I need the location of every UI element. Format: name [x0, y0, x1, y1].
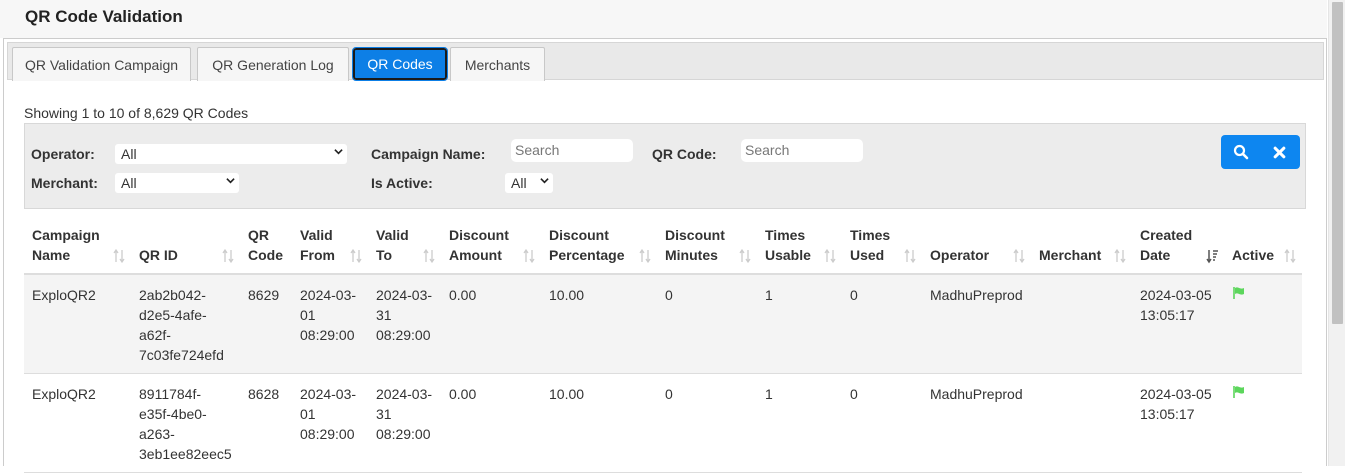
- filter-panel: Operator: All Merchant: All Campaign Nam…: [24, 123, 1306, 209]
- record-count-summary: Showing 1 to 10 of 8,629 QR Codes: [24, 105, 249, 121]
- col-discount-amount[interactable]: Discount Amount: [441, 219, 541, 275]
- close-icon: [1273, 146, 1286, 158]
- cell-created-date: 2024-03-05 13:05:17: [1132, 373, 1224, 473]
- cell-qr-id: 8911784f-e35f-4be0- a263- 3eb1ee82eec5: [131, 373, 240, 473]
- merchant-select-value: All: [121, 175, 137, 191]
- col-qr-id[interactable]: QR ID: [131, 219, 240, 275]
- cell-discount-amount: 0.00: [441, 274, 541, 374]
- sort-icon: [824, 248, 836, 264]
- cell-valid-from: 2024-03- 01 08:29:00: [292, 373, 368, 473]
- sort-icon: [523, 248, 535, 264]
- cell-valid-from: 2024-03- 01 08:29:00: [292, 274, 368, 374]
- sort-icon: [113, 248, 125, 264]
- col-discount-percentage[interactable]: Discount Percentage: [541, 219, 657, 275]
- col-qr-code[interactable]: QR Code: [240, 219, 292, 275]
- chevron-down-icon: [226, 178, 235, 184]
- cell-times-usable: 1: [757, 274, 842, 374]
- sort-icon: [423, 248, 435, 264]
- page-title: QR Code Validation: [25, 7, 183, 26]
- filter-button-group: [1221, 135, 1300, 169]
- cell-active: [1224, 373, 1302, 473]
- operator-select[interactable]: All: [115, 144, 347, 164]
- page-header: QR Code Validation: [0, 0, 1327, 38]
- tab-merchants[interactable]: Merchants: [450, 47, 545, 81]
- qr-code-search-input[interactable]: Search: [741, 139, 863, 162]
- cell-times-usable: 1: [757, 373, 842, 473]
- main-panel: QR Validation Campaign QR Generation Log…: [3, 38, 1327, 473]
- table-header-row: Campaign Name QR ID QR Code Valid From V…: [24, 219, 1302, 275]
- sort-icon: [739, 248, 751, 264]
- cell-active: [1224, 274, 1302, 374]
- cell-merchant: [1031, 274, 1132, 374]
- cell-times-used: 0: [842, 373, 922, 473]
- flag-icon: [1233, 386, 1244, 398]
- cell-valid-to: 2024-03- 31 08:29:00: [368, 373, 441, 473]
- sort-icon: [904, 248, 916, 264]
- flag-icon: [1233, 287, 1244, 299]
- cell-operator: MadhuPreprod: [922, 274, 1031, 374]
- cell-qr-id: 2ab2b042- d2e5-4afe-a62f- 7c03fe724efd: [131, 274, 240, 374]
- cell-qr-code: 8628: [240, 373, 292, 473]
- tab-qr-codes[interactable]: QR Codes: [352, 47, 448, 81]
- clear-filters-button[interactable]: [1260, 135, 1299, 169]
- tab-bar: QR Validation Campaign QR Generation Log…: [7, 42, 1324, 81]
- sort-icon: [222, 248, 234, 264]
- is-active-label: Is Active:: [371, 175, 433, 191]
- sort-icon: [350, 248, 362, 264]
- table-row[interactable]: ExploQR2 2ab2b042- d2e5-4afe-a62f- 7c03fe7…: [24, 274, 1302, 374]
- cell-operator: MadhuPreprod: [922, 373, 1031, 473]
- merchant-select[interactable]: All: [115, 173, 239, 193]
- col-campaign-name[interactable]: Campaign Name: [24, 219, 131, 275]
- sort-icon: [639, 248, 651, 264]
- cell-created-date: 2024-03-05 13:05:17: [1132, 274, 1224, 374]
- tab-qr-generation-log[interactable]: QR Generation Log: [197, 47, 349, 81]
- cell-discount-minutes: 0: [657, 274, 757, 374]
- col-created-date[interactable]: Created Date: [1132, 219, 1224, 275]
- merchant-label: Merchant:: [31, 175, 98, 191]
- is-active-select[interactable]: All: [505, 173, 553, 193]
- col-discount-minutes[interactable]: Discount Minutes: [657, 219, 757, 275]
- col-active[interactable]: Active: [1224, 219, 1302, 275]
- cell-discount-amount: 0.00: [441, 373, 541, 473]
- vertical-scrollbar[interactable]: [1328, 0, 1345, 466]
- col-times-usable[interactable]: Times Usable: [757, 219, 842, 275]
- cell-discount-percentage: 10.00: [541, 373, 657, 473]
- sort-icon: [1114, 248, 1126, 264]
- col-merchant[interactable]: Merchant: [1031, 219, 1132, 275]
- col-valid-to[interactable]: Valid To: [368, 219, 441, 275]
- cell-campaign-name: ExploQR2: [24, 373, 131, 473]
- cell-times-used: 0: [842, 274, 922, 374]
- search-button[interactable]: [1221, 135, 1260, 169]
- chevron-down-icon: [334, 149, 343, 155]
- cell-qr-code: 8629: [240, 274, 292, 374]
- col-operator[interactable]: Operator: [922, 219, 1031, 275]
- col-times-used[interactable]: Times Used: [842, 219, 922, 275]
- sort-icon: [1013, 248, 1025, 264]
- qr-codes-table: Campaign Name QR ID QR Code Valid From V…: [24, 219, 1302, 473]
- campaign-name-search-input[interactable]: Search: [511, 139, 633, 162]
- chevron-down-icon: [540, 178, 549, 184]
- sort-icon: [1284, 248, 1296, 264]
- sort-desc-icon: [1206, 250, 1218, 264]
- cell-merchant: [1031, 373, 1132, 473]
- cell-campaign-name: ExploQR2: [24, 274, 131, 374]
- col-valid-from[interactable]: Valid From: [292, 219, 368, 275]
- cell-valid-to: 2024-03- 31 08:29:00: [368, 274, 441, 374]
- search-icon: [1233, 144, 1248, 160]
- table-row[interactable]: ExploQR2 8911784f-e35f-4be0- a263- 3eb1ee8…: [24, 373, 1302, 473]
- operator-select-value: All: [121, 146, 137, 162]
- cell-discount-minutes: 0: [657, 373, 757, 473]
- tab-qr-validation-campaign[interactable]: QR Validation Campaign: [12, 47, 191, 81]
- scrollbar-thumb[interactable]: [1332, 2, 1343, 324]
- qr-code-label: QR Code:: [652, 146, 717, 162]
- is-active-select-value: All: [511, 175, 527, 191]
- campaign-name-label: Campaign Name:: [371, 146, 486, 162]
- cell-discount-percentage: 10.00: [541, 274, 657, 374]
- operator-label: Operator:: [31, 146, 95, 162]
